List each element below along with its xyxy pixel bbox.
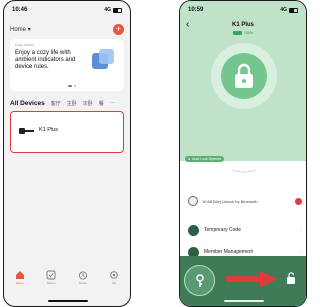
clock-icon: [188, 196, 198, 206]
tab-room-2[interactable]: 主卧: [67, 100, 77, 107]
menu-temporary-code[interactable]: Temporary Code ›: [188, 223, 302, 237]
lock-battery-icon: [233, 31, 243, 35]
key-icon: [196, 274, 204, 287]
plus-icon[interactable]: +: [113, 23, 124, 35]
action-bar: [180, 256, 306, 306]
room-tabs: All Devices 客厅 主卧 次卧 餐 ···: [10, 98, 126, 108]
notification-badge: [295, 197, 302, 205]
status-bar: 10:46 4G: [12, 5, 122, 15]
arrow-right-icon: [226, 271, 278, 287]
log-text: 10:58 [Me] Unlock by Bluetooth: [202, 198, 258, 204]
lock-icon: [19, 128, 34, 134]
home-indicator: [224, 300, 264, 302]
lock-battery-level: 100%: [180, 31, 306, 35]
status-time: 10:59: [188, 7, 204, 13]
check-circle-icon: ●: [188, 157, 191, 161]
clock-icon: [78, 271, 87, 280]
carousel-dots: [68, 85, 76, 87]
status-bar: 10:59 4G: [188, 5, 298, 15]
chevron-right-icon: ›: [300, 227, 302, 233]
battery-icon: [113, 7, 122, 13]
battery-icon: [289, 7, 298, 13]
home-icon: [15, 271, 24, 279]
promo-card[interactable]: Cozy Home Enjoy a cozy life with ambient…: [10, 39, 124, 91]
signal-indicator: 4G: [280, 7, 298, 13]
lock-detail-screen: 10:59 4G ‹ K1 Plus 100% ● Auto Lock Open…: [179, 0, 307, 307]
tab-all-devices[interactable]: All Devices: [10, 100, 45, 107]
tab-room-3[interactable]: 次卧: [83, 100, 93, 107]
bottom-tab-bar: Home Scene Smart Me: [4, 270, 130, 292]
grid-icon: [188, 224, 199, 236]
tab-me[interactable]: Me: [102, 270, 126, 292]
tab-home[interactable]: Home: [8, 270, 32, 292]
status-time: 10:46: [12, 7, 28, 13]
home-selector[interactable]: Home ▾: [10, 26, 31, 33]
padlock-icon: [235, 63, 253, 88]
signal-indicator: 4G: [104, 7, 122, 13]
device-title: K1 Plus: [231, 22, 254, 28]
unlocked-padlock-icon[interactable]: [286, 272, 296, 284]
more-tabs-icon[interactable]: ···: [110, 100, 115, 106]
device-illustration-icon: [92, 49, 114, 69]
tab-room-1[interactable]: 客厅: [51, 100, 61, 107]
chevron-down-icon[interactable]: [232, 170, 256, 173]
tab-room-4[interactable]: 餐: [99, 100, 104, 107]
gear-icon: [110, 271, 118, 279]
tab-scene[interactable]: Scene: [39, 270, 63, 292]
chevron-right-icon: ›: [300, 249, 302, 255]
device-name: K1 Plus: [39, 127, 58, 133]
home-indicator: [48, 300, 88, 302]
auto-lock-badge[interactable]: ● Auto Lock Opened: [185, 156, 225, 162]
checkbox-icon: [46, 270, 56, 280]
device-card-k1-plus[interactable]: K1 Plus: [10, 111, 124, 153]
promo-text: Enjoy a cozy life with ambient indicator…: [15, 50, 76, 70]
key-button[interactable]: [184, 265, 215, 296]
tab-smart[interactable]: Smart: [71, 270, 95, 292]
latest-log[interactable]: 10:58 [Me] Unlock by Bluetooth: [188, 195, 302, 207]
home-header: Home ▾ +: [10, 23, 124, 35]
home-screen: 10:46 4G Home ▾ + Cozy Home Enjoy a cozy…: [3, 0, 131, 307]
